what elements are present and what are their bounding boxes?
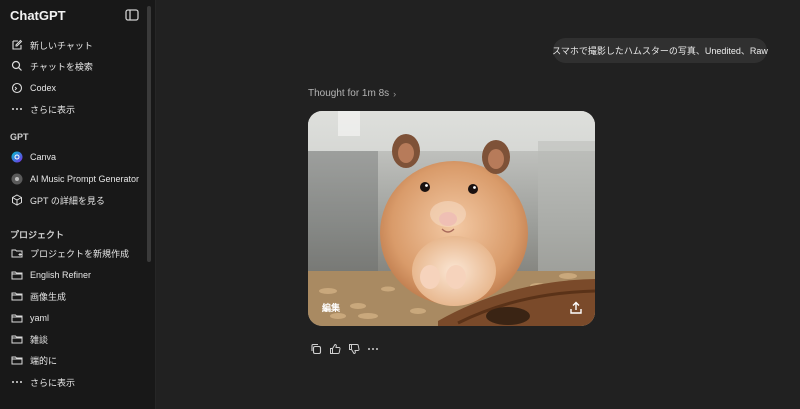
search-chats-item[interactable]: チャットを検索 [6, 56, 144, 76]
gpt-item-ai-music[interactable]: AI Music Prompt Generator [6, 169, 144, 189]
project-label: 画像生成 [30, 291, 67, 302]
new-chat-item[interactable]: 新しいチャット [6, 35, 144, 55]
copy-icon[interactable] [309, 342, 323, 356]
new-project-label: プロジェクトを新規作成 [30, 248, 130, 259]
new-chat-label: 新しいチャット [30, 40, 93, 51]
project-item-chat[interactable]: 雑談 [6, 329, 144, 349]
more-item[interactable]: さらに表示 [6, 99, 144, 119]
share-icon[interactable] [568, 300, 584, 316]
folder-icon [10, 289, 24, 303]
project-label: 雑談 [30, 334, 49, 345]
canva-icon [10, 150, 24, 164]
user-message-text: スマホで撮影したハムスターの写真、Unedited、Raw [552, 46, 768, 56]
codex-label: Codex [30, 83, 57, 93]
project-item-yaml[interactable]: yaml [6, 308, 144, 328]
projects-more-label: さらに表示 [30, 377, 76, 388]
edit-image-button[interactable]: 編集 [322, 301, 340, 314]
folder-icon [10, 311, 24, 325]
projects-heading: プロジェクト [10, 230, 65, 240]
project-item-image-gen[interactable]: 画像生成 [6, 286, 144, 306]
folder-icon [10, 353, 24, 367]
canva-label: Canva [30, 152, 57, 162]
more-icon [10, 375, 24, 389]
new-folder-icon [10, 246, 24, 260]
more-label: さらに表示 [30, 104, 76, 115]
generated-image[interactable]: 編集 [308, 111, 595, 326]
codex-item[interactable]: Codex [6, 78, 144, 98]
project-item-concise[interactable]: 端的に [6, 350, 144, 370]
thumbs-down-icon[interactable] [347, 342, 361, 356]
thumbs-up-icon[interactable] [328, 342, 342, 356]
ai-music-label: AI Music Prompt Generator [30, 174, 140, 184]
projects-more-item[interactable]: さらに表示 [6, 372, 144, 392]
project-item-english-refiner[interactable]: English Refiner [6, 265, 144, 285]
search-chats-label: チャットを検索 [30, 61, 93, 72]
folder-icon [10, 268, 24, 282]
app-title[interactable]: ChatGPT [10, 8, 66, 23]
thought-label: Thought for 1m 8s [308, 88, 390, 99]
gpt-heading: GPT [10, 132, 29, 142]
project-label: English Refiner [30, 270, 92, 280]
project-label: 端的に [30, 355, 58, 366]
ai-music-icon [10, 172, 24, 186]
sidebar-toggle-icon[interactable] [124, 7, 140, 23]
new-project-item[interactable]: プロジェクトを新規作成 [6, 243, 144, 263]
chevron-right-icon: › [393, 88, 397, 99]
folder-icon [10, 332, 24, 346]
search-icon [10, 59, 24, 73]
cube-icon [10, 193, 24, 207]
new-chat-icon [10, 38, 24, 52]
message-actions [309, 342, 380, 356]
codex-icon [10, 81, 24, 95]
gpt-item-canva[interactable]: Canva [6, 147, 144, 167]
sidebar: ChatGPT 新しいチャット チャットを検索 Codex さらに表示 GPT … [0, 0, 156, 409]
more-icon [10, 102, 24, 116]
more-options-icon[interactable] [366, 342, 380, 356]
sidebar-scrollbar[interactable] [147, 6, 151, 262]
gpt-item-explore[interactable]: GPT の詳細を見る [6, 190, 144, 210]
hamster-photo [308, 111, 595, 326]
project-label: yaml [30, 313, 50, 323]
explore-gpts-label: GPT の詳細を見る [30, 195, 105, 206]
thought-toggle[interactable]: Thought for 1m 8s › [308, 88, 396, 99]
user-message-bubble: スマホで撮影したハムスターの写真、Unedited、Raw [552, 38, 768, 63]
sidebar-scroll-area: ChatGPT 新しいチャット チャットを検索 Codex さらに表示 GPT … [0, 0, 155, 409]
